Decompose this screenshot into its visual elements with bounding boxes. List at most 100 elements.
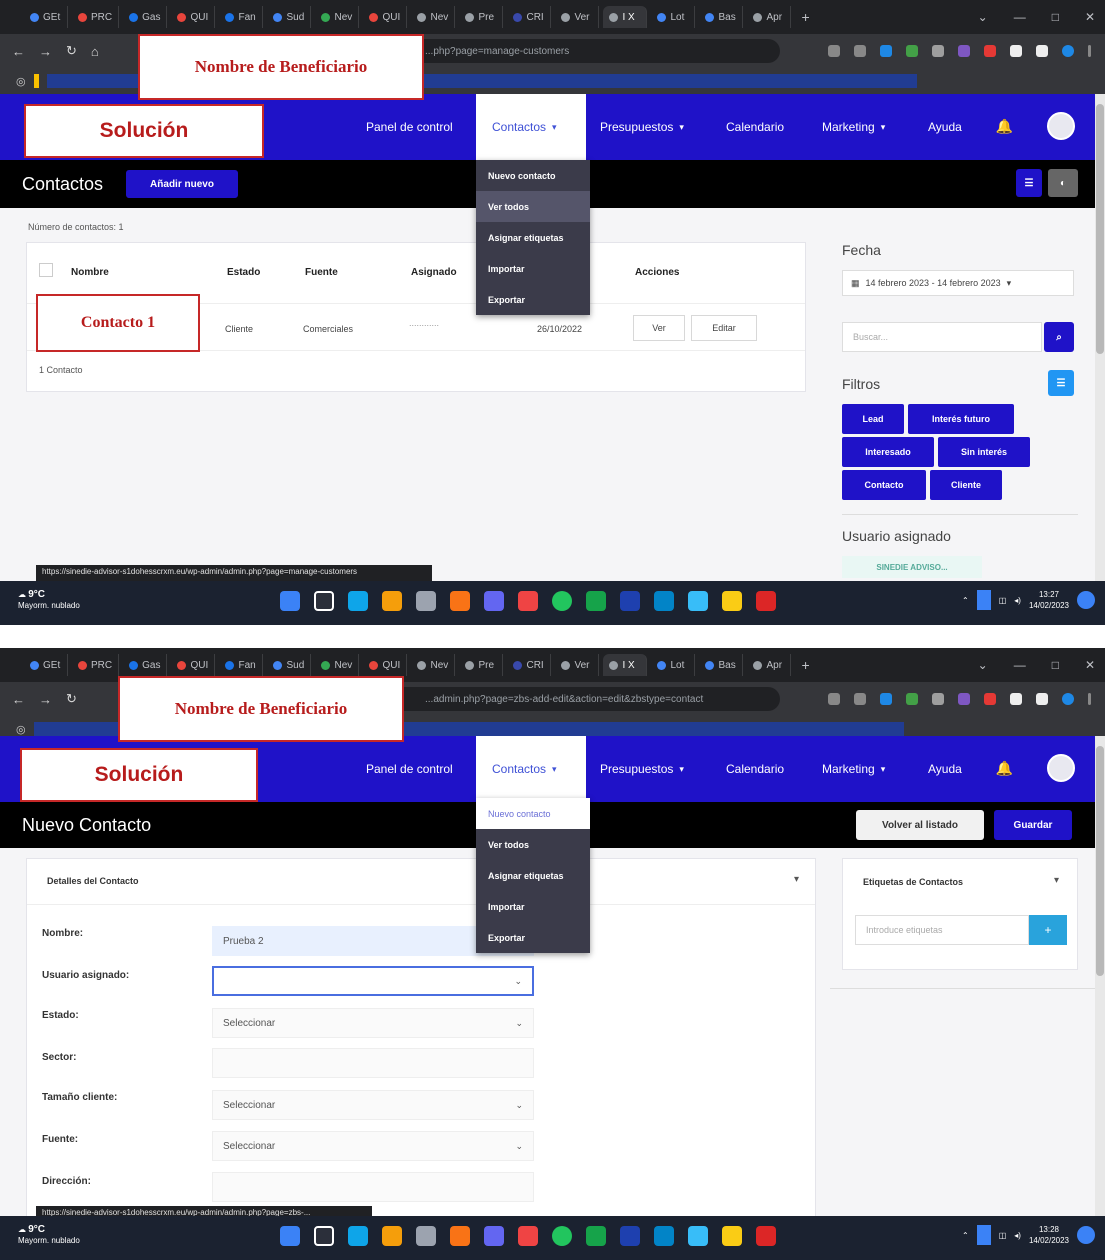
- overlay-contact-label[interactable]: Contacto 1: [36, 294, 200, 352]
- forward-icon[interactable]: →: [39, 44, 52, 59]
- toggle-view-icon[interactable]: ◐: [1048, 169, 1078, 197]
- menu-item-asignar-etiquetas[interactable]: Asignar etiquetas: [476, 860, 590, 891]
- windows-start-icon[interactable]: [280, 1226, 300, 1246]
- browser-tab[interactable]: Nev: [315, 6, 360, 28]
- profile-icon[interactable]: [1062, 693, 1074, 705]
- browser-tab[interactable]: QUI: [363, 6, 408, 28]
- sector-input[interactable]: [212, 1048, 534, 1078]
- nav-item-calendario[interactable]: Calendario: [726, 736, 784, 802]
- network-icon[interactable]: ◫: [999, 1231, 1007, 1240]
- windows-start-icon[interactable]: [280, 591, 300, 611]
- filter-chip-interesado[interactable]: Interesado: [842, 437, 934, 467]
- weather-widget[interactable]: ☁ 9°C Mayorm. nublado: [18, 1224, 80, 1246]
- bookmark-icon[interactable]: [33, 74, 39, 88]
- client-size-select[interactable]: Seleccionar ⌄: [212, 1090, 534, 1120]
- scrollbar-thumb[interactable]: [1096, 746, 1104, 976]
- chevron-up-icon[interactable]: ⌃: [962, 596, 969, 605]
- app-icon[interactable]: [722, 591, 742, 611]
- browser-tab[interactable]: PRC: [72, 6, 120, 28]
- app-icon[interactable]: [518, 591, 538, 611]
- page-scrollbar[interactable]: [1095, 94, 1105, 581]
- menu-item-exportar[interactable]: Exportar: [476, 284, 590, 315]
- column-header-fuente[interactable]: Fuente: [305, 267, 338, 278]
- folder-icon[interactable]: [382, 591, 402, 611]
- extension-icon[interactable]: [906, 693, 918, 705]
- browser-tab[interactable]: Nev: [315, 654, 360, 676]
- clock[interactable]: 13:28 14/02/2023: [1029, 1224, 1069, 1246]
- app-icon[interactable]: [348, 591, 368, 611]
- browser-tab[interactable]: GEt: [24, 6, 68, 28]
- nav-item-marketing[interactable]: Marketing ▾: [822, 94, 885, 160]
- add-new-button[interactable]: Añadir nuevo: [126, 170, 238, 198]
- bell-icon[interactable]: 🔔: [996, 118, 1013, 135]
- save-button[interactable]: Guardar: [994, 810, 1072, 840]
- nav-item-panel[interactable]: Panel de control: [366, 94, 453, 160]
- browser-tab[interactable]: CRI: [507, 654, 552, 676]
- extension-icon[interactable]: [880, 693, 892, 705]
- folder-icon[interactable]: [382, 1226, 402, 1246]
- app-icon[interactable]: [722, 1226, 742, 1246]
- volume-icon[interactable]: ◂): [1014, 596, 1021, 605]
- browser-tab[interactable]: Fan: [219, 654, 264, 676]
- app-icon[interactable]: [688, 591, 708, 611]
- browser-tab-active[interactable]: I X: [603, 654, 648, 676]
- browser-tab-active[interactable]: I X: [603, 6, 648, 28]
- tray-app-icon[interactable]: [976, 1225, 991, 1245]
- notification-icon[interactable]: [1077, 591, 1095, 609]
- filter-chip-sin-interes[interactable]: Sin interés: [938, 437, 1030, 467]
- browser-tab[interactable]: QUI: [363, 654, 408, 676]
- reload-icon[interactable]: ↻: [66, 43, 77, 59]
- app-icon[interactable]: [484, 1226, 504, 1246]
- app-icon[interactable]: [620, 1226, 640, 1246]
- network-icon[interactable]: ◫: [999, 596, 1007, 605]
- search-icon[interactable]: [314, 1226, 334, 1246]
- browser-tab[interactable]: Apr: [747, 6, 792, 28]
- browser-tab[interactable]: Nev: [411, 654, 456, 676]
- scrollbar-thumb[interactable]: [1096, 104, 1104, 354]
- browser-tab[interactable]: Pre: [459, 6, 504, 28]
- share-icon[interactable]: [828, 693, 840, 705]
- nav-item-presupuestos[interactable]: Presupuestos ▾: [600, 94, 684, 160]
- minimize-icon[interactable]: —: [1014, 10, 1026, 24]
- app-icon[interactable]: [688, 1226, 708, 1246]
- nav-item-presupuestos[interactable]: Presupuestos ▾: [600, 736, 684, 802]
- assigned-user-chip[interactable]: SINEDIE ADVISO...: [842, 556, 982, 578]
- bell-icon[interactable]: 🔔: [996, 760, 1013, 777]
- chevron-down-icon[interactable]: ⌄: [978, 658, 988, 672]
- tray-app-icon[interactable]: [976, 590, 991, 610]
- sidebar-toggle-icon[interactable]: [1036, 693, 1048, 705]
- maximize-icon[interactable]: □: [1052, 658, 1059, 672]
- source-select[interactable]: Seleccionar ⌄: [212, 1131, 534, 1161]
- extension-icon[interactable]: [958, 693, 970, 705]
- filter-toggle-icon[interactable]: ☰: [1048, 370, 1074, 396]
- add-tag-button[interactable]: +: [1029, 915, 1067, 945]
- back-icon[interactable]: ←: [12, 692, 25, 707]
- chevron-down-icon[interactable]: ▾: [794, 874, 799, 885]
- star-icon[interactable]: [854, 45, 866, 57]
- back-to-list-button[interactable]: Volver al listado: [856, 810, 984, 840]
- maximize-icon[interactable]: □: [1052, 10, 1059, 24]
- menu-item-ver-todos[interactable]: Ver todos: [476, 829, 590, 860]
- status-select[interactable]: Seleccionar ⌄: [212, 1008, 534, 1038]
- outlook-icon[interactable]: [654, 1226, 674, 1246]
- chrome-icon[interactable]: [552, 591, 572, 611]
- nav-item-ayuda[interactable]: Ayuda: [928, 94, 962, 160]
- browser-tab[interactable]: Pre: [459, 654, 504, 676]
- select-all-checkbox[interactable]: [39, 263, 53, 277]
- firefox-icon[interactable]: [450, 1226, 470, 1246]
- extension-icon[interactable]: [880, 45, 892, 57]
- extension-icon[interactable]: [984, 693, 996, 705]
- avatar[interactable]: [1047, 754, 1075, 782]
- new-tab-button[interactable]: +: [795, 654, 839, 676]
- column-header-nombre[interactable]: Nombre: [71, 267, 109, 278]
- browser-tab[interactable]: Nev: [411, 6, 456, 28]
- gear-icon[interactable]: [416, 591, 436, 611]
- profile-icon[interactable]: [1062, 45, 1074, 57]
- menu-item-nuevo-contacto[interactable]: Nuevo contacto: [476, 798, 590, 829]
- excel-icon[interactable]: [586, 1226, 606, 1246]
- extension-icon[interactable]: [984, 45, 996, 57]
- filter-chip-cliente[interactable]: Cliente: [930, 470, 1002, 500]
- star-icon[interactable]: [854, 693, 866, 705]
- browser-tab[interactable]: PRC: [72, 654, 120, 676]
- close-icon[interactable]: ✕: [1085, 658, 1095, 672]
